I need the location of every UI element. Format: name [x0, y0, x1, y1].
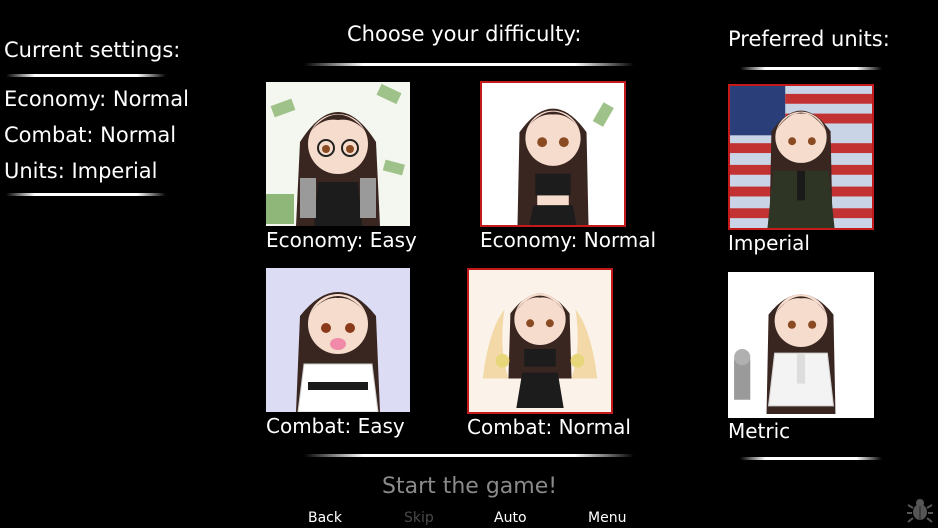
menu-button[interactable]: Menu — [588, 510, 626, 526]
divider — [6, 193, 166, 196]
current-settings-title: Current settings: — [4, 38, 181, 62]
difficulty-title: Choose your difficulty: — [347, 22, 582, 46]
character-portrait — [482, 83, 624, 225]
divider — [304, 63, 634, 66]
setting-units: Units: Imperial — [4, 159, 158, 183]
units-title: Preferred units: — [728, 27, 890, 51]
combat-normal-portrait — [467, 268, 613, 414]
divider — [304, 454, 634, 457]
combat-easy-portrait — [266, 268, 410, 412]
economy-easy-label: Economy: Easy — [266, 228, 417, 252]
divider — [740, 67, 882, 70]
imperial-portrait — [728, 84, 874, 230]
divider — [6, 74, 166, 77]
imperial-label: Imperial — [728, 231, 810, 255]
character-portrait — [266, 82, 410, 226]
character-portrait — [730, 86, 872, 228]
metric-label: Metric — [728, 419, 791, 443]
character-portrait — [728, 272, 874, 418]
bug-icon[interactable] — [906, 496, 934, 524]
economy-easy-portrait — [266, 82, 410, 226]
combat-normal-label: Combat: Normal — [467, 415, 631, 439]
start-game-button[interactable]: Start the game! — [382, 474, 557, 499]
auto-button[interactable]: Auto — [494, 510, 527, 526]
setting-economy: Economy: Normal — [4, 87, 189, 111]
back-button[interactable]: Back — [308, 510, 342, 526]
economy-normal-portrait — [480, 81, 626, 227]
economy-normal-label: Economy: Normal — [480, 228, 657, 252]
metric-portrait — [728, 272, 874, 418]
combat-easy-label: Combat: Easy — [266, 414, 405, 438]
skip-button[interactable]: Skip — [404, 510, 434, 526]
setting-combat: Combat: Normal — [4, 123, 177, 147]
character-portrait — [469, 270, 611, 412]
character-portrait — [266, 268, 410, 412]
divider — [740, 457, 882, 460]
